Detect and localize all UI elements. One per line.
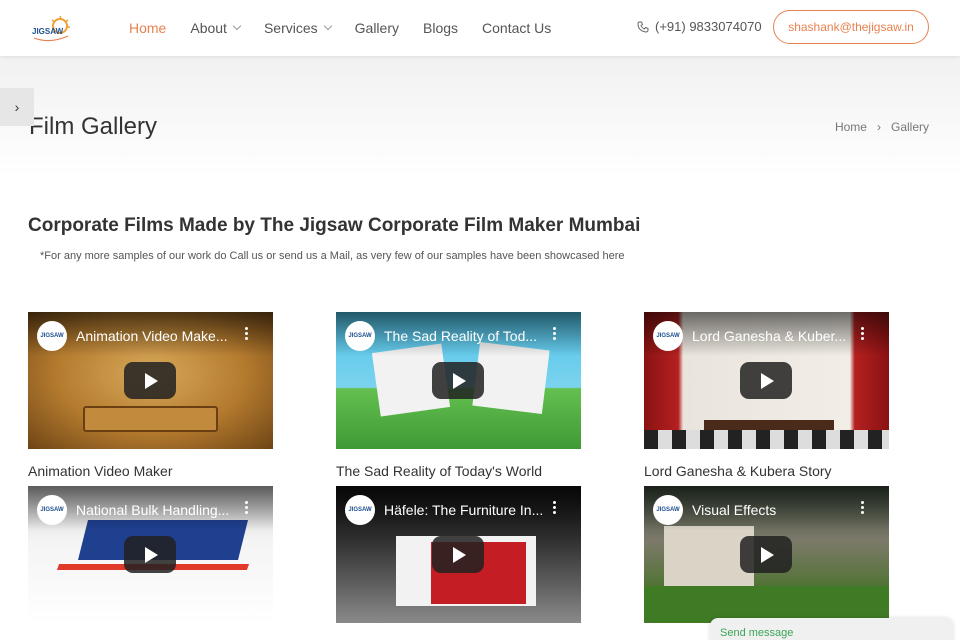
play-button[interactable] xyxy=(124,536,176,573)
video-card: JIGSAW The Sad Reality of Tod... The Sad… xyxy=(336,312,581,479)
video-title[interactable]: Visual Effects xyxy=(692,502,776,518)
nav-contact[interactable]: Contact Us xyxy=(482,20,551,36)
send-message-widget[interactable]: Send message xyxy=(710,618,953,640)
nav-about[interactable]: About xyxy=(190,20,242,36)
channel-logo[interactable]: JIGSAW xyxy=(37,495,67,525)
channel-logo[interactable]: JIGSAW xyxy=(653,321,683,351)
more-options-icon[interactable] xyxy=(553,501,557,515)
video-player[interactable]: JIGSAW Lord Ganesha & Kuber... xyxy=(644,312,889,449)
video-player[interactable]: JIGSAW Visual Effects xyxy=(644,486,889,623)
play-button[interactable] xyxy=(740,362,792,399)
video-title[interactable]: The Sad Reality of Tod... xyxy=(384,328,537,344)
breadcrumb-current: Gallery xyxy=(890,120,929,134)
video-title[interactable]: Animation Video Make... xyxy=(76,328,228,344)
email-label: shashank@thejigsaw.in xyxy=(788,20,914,34)
video-title[interactable]: Lord Ganesha & Kuber... xyxy=(692,328,846,344)
video-player[interactable]: JIGSAW Animation Video Make... xyxy=(28,312,273,449)
chevron-down-icon xyxy=(323,21,332,31)
jigsaw-logo[interactable]: JIGSAW xyxy=(30,14,74,46)
video-player[interactable]: JIGSAW The Sad Reality of Tod... xyxy=(336,312,581,449)
more-options-icon[interactable] xyxy=(861,501,865,515)
channel-logo[interactable]: JIGSAW xyxy=(345,495,375,525)
section-heading: Corporate Films Made by The Jigsaw Corpo… xyxy=(28,215,641,236)
phone-number: (+91) 9833074070 xyxy=(655,19,762,34)
video-player[interactable]: JIGSAW National Bulk Handling... xyxy=(28,486,273,623)
main-nav: Home About Services Gallery Blogs Contac… xyxy=(129,0,575,56)
send-message-label: Send message xyxy=(720,627,794,639)
chevron-down-icon xyxy=(232,21,242,31)
video-player[interactable]: JIGSAW Häfele: The Furniture In... xyxy=(336,486,581,623)
more-options-icon[interactable] xyxy=(861,327,865,341)
phone-link[interactable]: (+91) 9833074070 xyxy=(637,19,762,34)
nav-about-label: About xyxy=(190,20,227,36)
more-options-icon[interactable] xyxy=(553,327,557,341)
video-title[interactable]: Häfele: The Furniture In... xyxy=(384,502,543,518)
video-card: JIGSAW Häfele: The Furniture In... xyxy=(336,486,581,623)
more-options-icon[interactable] xyxy=(245,501,249,515)
nav-contact-label: Contact Us xyxy=(482,20,552,36)
sidebar-toggle[interactable]: › xyxy=(0,88,34,126)
nav-home[interactable]: Home xyxy=(129,20,166,36)
breadcrumb: Home › Gallery xyxy=(835,120,929,134)
channel-logo[interactable]: JIGSAW xyxy=(653,495,683,525)
site-header: JIGSAW Home About Services Gallery Blogs… xyxy=(0,0,960,56)
play-button[interactable] xyxy=(432,362,484,399)
play-button[interactable] xyxy=(124,362,176,399)
video-card: JIGSAW Lord Ganesha & Kuber... Lord Gane… xyxy=(644,312,889,479)
svg-text:JIGSAW: JIGSAW xyxy=(32,27,64,36)
video-card: JIGSAW Animation Video Make... Animation… xyxy=(28,312,273,479)
nav-home-label: Home xyxy=(129,20,167,36)
nav-gallery[interactable]: Gallery xyxy=(355,20,399,36)
page-title: Film Gallery xyxy=(29,113,158,140)
phone-icon xyxy=(637,21,649,33)
video-card: JIGSAW National Bulk Handling... xyxy=(28,486,273,623)
more-options-icon[interactable] xyxy=(245,327,249,341)
video-caption: The Sad Reality of Today's World xyxy=(336,463,543,479)
nav-services[interactable]: Services xyxy=(263,20,332,36)
video-card: JIGSAW Visual Effects xyxy=(644,486,889,623)
nav-services-label: Services xyxy=(263,20,318,36)
nav-gallery-label: Gallery xyxy=(354,20,399,36)
video-caption: Animation Video Maker xyxy=(28,463,173,479)
play-button[interactable] xyxy=(432,536,484,573)
chevron-right-icon: › xyxy=(14,99,20,115)
nav-blogs-label: Blogs xyxy=(423,20,459,36)
breadcrumb-separator-icon: › xyxy=(876,120,881,134)
samples-note: *For any more samples of our work do Cal… xyxy=(40,250,625,262)
email-button[interactable]: shashank@thejigsaw.in xyxy=(773,10,929,44)
breadcrumb-home[interactable]: Home xyxy=(835,120,867,134)
nav-blogs[interactable]: Blogs xyxy=(423,20,458,36)
channel-logo[interactable]: JIGSAW xyxy=(37,321,67,351)
play-button[interactable] xyxy=(740,536,792,573)
channel-logo[interactable]: JIGSAW xyxy=(345,321,375,351)
video-title[interactable]: National Bulk Handling... xyxy=(76,502,229,518)
video-caption: Lord Ganesha & Kubera Story xyxy=(644,463,832,479)
